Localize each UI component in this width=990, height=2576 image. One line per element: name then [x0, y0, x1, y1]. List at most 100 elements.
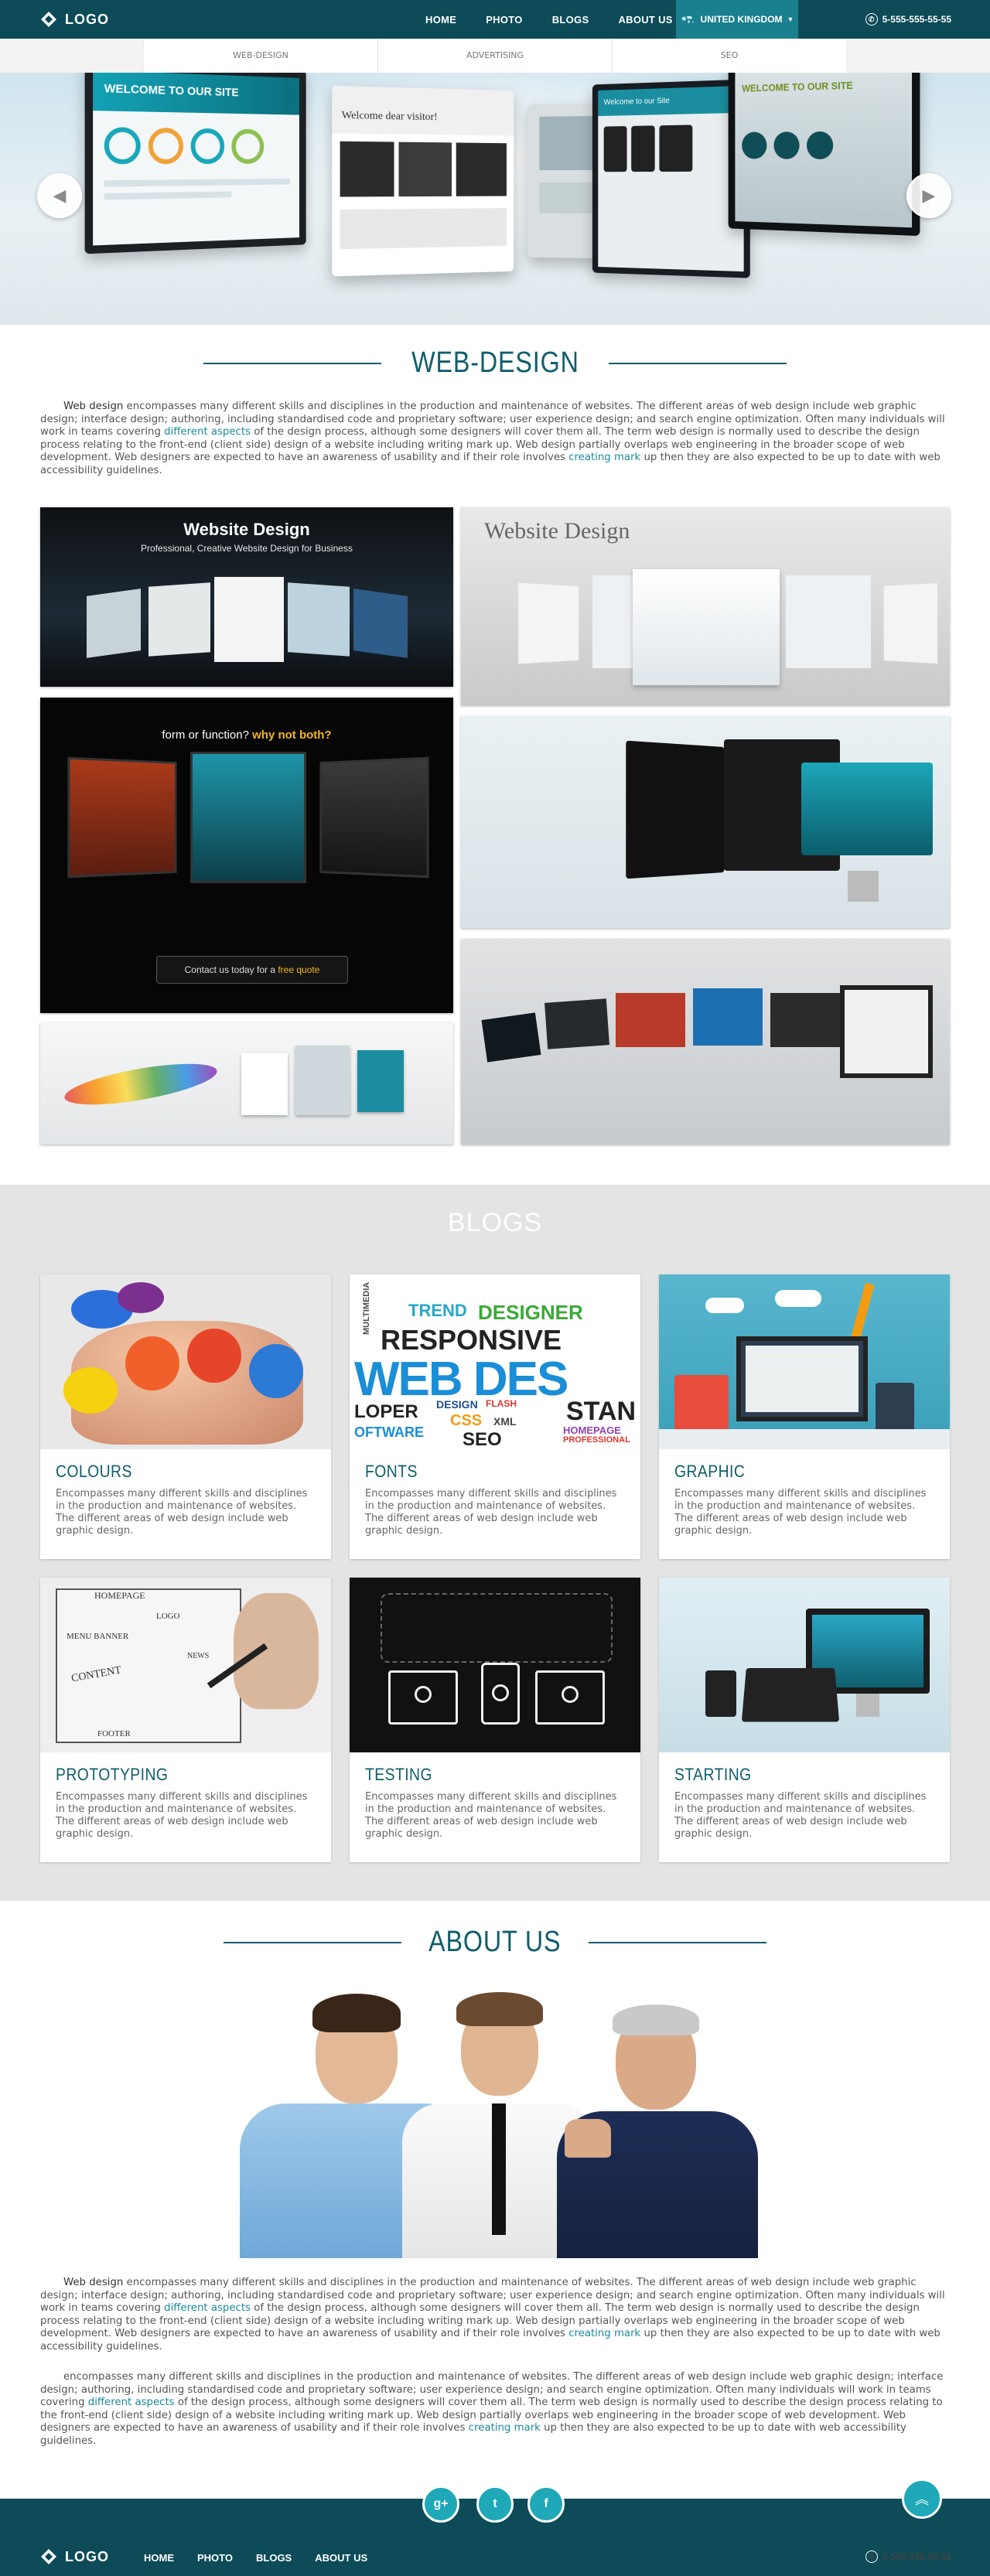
card-title: GRAPHIC [674, 1462, 746, 1481]
lead-term: Web design [63, 401, 124, 412]
heading-rule-left [203, 362, 381, 364]
word: HOMEPAGE [563, 1424, 621, 1436]
about-paragraph-2: encompasses many different skills and di… [40, 2371, 950, 2448]
main-nav: HOME PHOTO BLOGS ABOUT US [425, 0, 702, 39]
sketch-word: HOMEPAGE [94, 1590, 145, 1601]
card-title: FONTS [365, 1462, 418, 1481]
colours-thumbnail [40, 1274, 331, 1449]
footer-logo[interactable]: LOGO [40, 2537, 109, 2576]
nav-blogs[interactable]: BLOGS [552, 14, 589, 26]
card-title: PROTOTYPING [56, 1765, 169, 1784]
blog-card-fonts[interactable]: MULTIMEDIA TREND DESIGNER RESPONSIVE WEB… [350, 1274, 640, 1559]
cta-text: Contact us today for a [184, 964, 278, 975]
hero-slide-title-2: Welcome dear visitor! [332, 85, 514, 136]
top-bar: LOGO HOME PHOTO BLOGS ABOUT US UNITED KI… [0, 0, 990, 39]
slider-prev-button[interactable]: ◀ [37, 173, 82, 218]
different-aspects-link[interactable]: different aspects [164, 426, 251, 438]
nav-home[interactable]: HOME [425, 14, 456, 26]
card-text: Encompasses many different skills and di… [674, 1488, 927, 1537]
word: DESIGN [436, 1398, 478, 1411]
footer-nav-about-us[interactable]: ABOUT US [315, 2552, 367, 2564]
web-design-heading: WEB-DESIGN [0, 346, 990, 380]
creating-mark-link[interactable]: creating mark [568, 2328, 640, 2339]
phone-contact[interactable]: ✆ 5-555-555-55-55 [865, 0, 951, 39]
gallery-tile-devices[interactable] [461, 716, 950, 928]
card-text: Encompasses many different skills and di… [365, 1488, 617, 1537]
blogs-title: BLOGS [447, 1208, 543, 1237]
web-design-paragraph: Web design encompasses many different sk… [40, 401, 950, 477]
footer-nav-blogs[interactable]: BLOGS [256, 2552, 292, 2564]
hero-screen-1: WELCOME TO OUR SITE [84, 73, 306, 254]
word: XML [493, 1415, 517, 1428]
subnav-seo[interactable]: SEO [612, 39, 846, 73]
sketch-word: NEWS [187, 1652, 210, 1660]
different-aspects-link[interactable]: different aspects [164, 2302, 251, 2314]
word: TREND [408, 1301, 467, 1320]
subnav-advertising[interactable]: ADVERTISING [377, 39, 612, 73]
free-quote-button[interactable]: Contact us today for a free quote [156, 956, 348, 984]
hero-slide-title-3: Welcome to our Site [598, 85, 744, 117]
gallery-tile-form-function[interactable]: form or function? why not both? Contact … [40, 698, 453, 1013]
arrow-right-icon: ▶ [922, 186, 936, 206]
nav-photo[interactable]: PHOTO [486, 14, 523, 26]
heading-rule-left [224, 1941, 402, 1943]
gallery-tile-colorful[interactable] [40, 1022, 453, 1145]
phone-number: 5-555-555-55-55 [882, 14, 951, 25]
logo[interactable]: LOGO [40, 0, 109, 39]
hero-slider: WELCOME TO OUR SITE Welcome dear visitor… [0, 73, 990, 325]
heading-rule-right [609, 362, 787, 364]
double-chevron-up-icon: ︽ [915, 2492, 929, 2508]
logo-text: LOGO [65, 2548, 109, 2564]
hero-screen-4: Welcome to our Site [592, 79, 750, 278]
google-plus-icon: g+ [433, 2497, 449, 2510]
word: DESIGNER [478, 1301, 583, 1324]
word: CSS [450, 1412, 483, 1429]
card-title: STARTING [674, 1765, 752, 1784]
gallery-tile-website-design-2[interactable]: Website Design [461, 507, 950, 705]
world-map-icon [681, 15, 694, 23]
tile-title: Website Design [183, 520, 310, 539]
blog-card-starting[interactable]: STARTING Encompasses many different skil… [659, 1578, 950, 1862]
word: SEO [463, 1429, 502, 1449]
hero-screen-2: Welcome dear visitor! [332, 85, 514, 277]
phone-number: 5-555-555-55-55 [882, 2551, 951, 2562]
about-paragraph-1: Web design encompasses many different sk… [40, 2277, 950, 2353]
lead-term: Web design [63, 2277, 124, 2288]
google-plus-button[interactable]: g+ [422, 2486, 459, 2523]
twitter-icon: t [493, 2497, 497, 2510]
footer-nav-home[interactable]: HOME [144, 2552, 174, 2564]
word: LOPER [354, 1401, 418, 1422]
graphic-thumbnail [659, 1274, 950, 1449]
chevron-down-icon: ▼ [787, 15, 794, 23]
blog-card-prototyping[interactable]: HOMEPAGE LOGO MENU BANNER CONTENT FOOTER… [40, 1578, 331, 1862]
footer-nav-photo[interactable]: PHOTO [197, 2552, 233, 2564]
tile-highlight: why not both? [252, 728, 332, 742]
nav-about-us[interactable]: ABOUT US [618, 14, 672, 26]
prototyping-thumbnail: HOMEPAGE LOGO MENU BANNER CONTENT FOOTER… [40, 1578, 331, 1752]
back-to-top-button[interactable]: ︽ [902, 2479, 942, 2519]
word: FLASH [486, 1398, 517, 1409]
cta-highlight: free quote [278, 964, 320, 975]
creating-mark-link[interactable]: creating mark [469, 2422, 541, 2434]
gallery-tile-website-design[interactable]: Website Design Professional, Creative We… [40, 507, 453, 687]
fonts-thumbnail: MULTIMEDIA TREND DESIGNER RESPONSIVE WEB… [350, 1274, 640, 1449]
heading-rule-right [588, 1941, 766, 1943]
blog-card-colours[interactable]: COLOURS Encompasses many different skill… [40, 1274, 331, 1559]
gallery-tile-screens-arc[interactable] [461, 939, 950, 1145]
sketch-word: MENU BANNER [67, 1632, 129, 1641]
arrow-left-icon: ◀ [53, 186, 67, 206]
facebook-button[interactable]: f [527, 2486, 565, 2523]
team-photo [232, 1987, 766, 2258]
different-aspects-link[interactable]: different aspects [88, 2397, 175, 2408]
twitter-button[interactable]: t [476, 2486, 514, 2523]
about-us-heading: ABOUT US [0, 1926, 990, 1959]
blog-card-graphic[interactable]: GRAPHIC Encompasses many different skill… [659, 1274, 950, 1559]
about-us-title: ABOUT US [428, 1926, 562, 1958]
subnav-web-design[interactable]: WEB-DESIGN [144, 39, 377, 73]
slider-next-button[interactable]: ▶ [906, 173, 951, 218]
footer-phone[interactable]: ✆ 5-555-555-55-55 [865, 2537, 951, 2576]
creating-mark-link[interactable]: creating mark [568, 452, 640, 463]
blog-card-testing[interactable]: TESTING Encompasses many different skill… [350, 1578, 640, 1862]
logo-text: LOGO [65, 11, 109, 27]
region-selector[interactable]: UNITED KINGDOM ▼ [676, 0, 798, 39]
